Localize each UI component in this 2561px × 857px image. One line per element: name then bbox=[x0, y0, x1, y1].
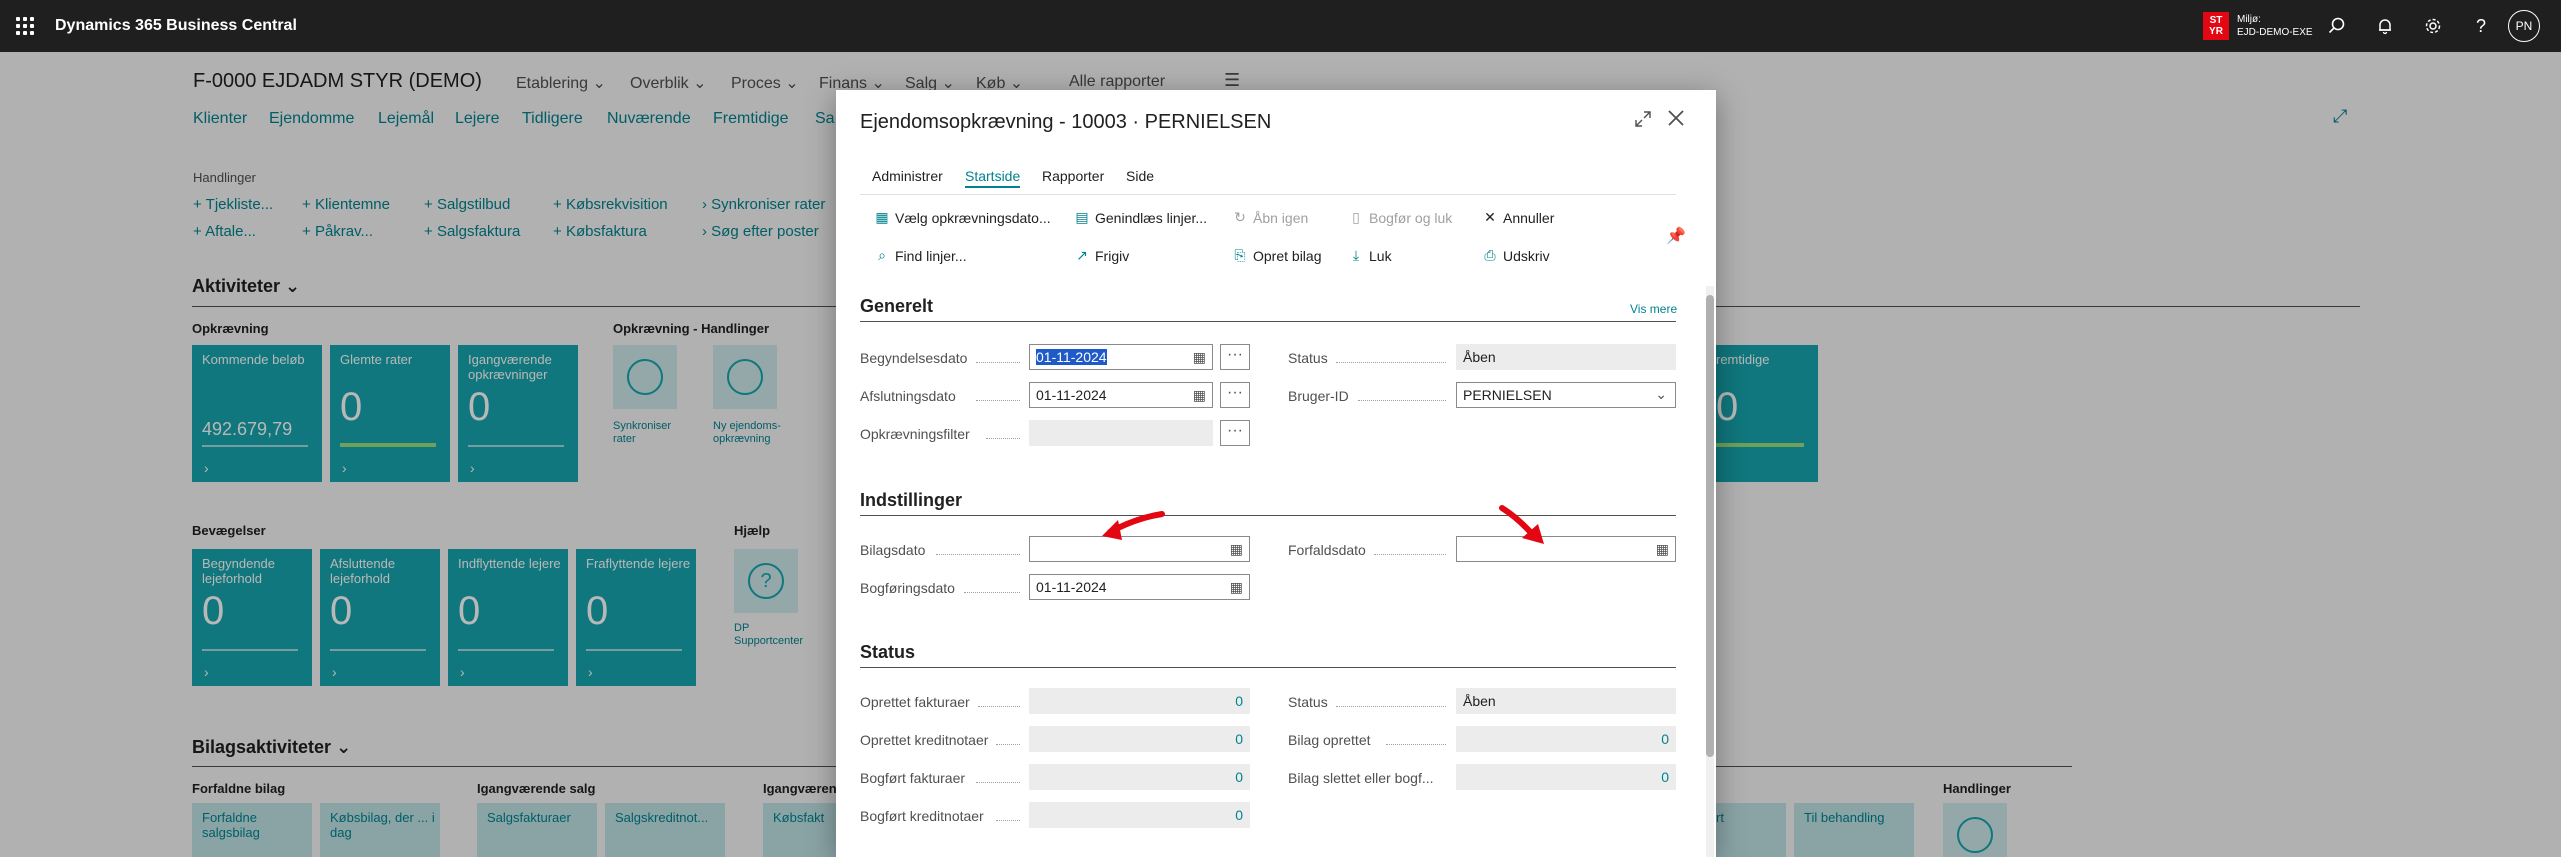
action-frigiv[interactable]: ↗ Frigiv bbox=[1074, 247, 1129, 264]
close-icon[interactable] bbox=[1666, 108, 1690, 132]
expand-icon[interactable] bbox=[1634, 110, 1656, 132]
cancel-x-icon: ✕ bbox=[1484, 209, 1496, 225]
app-launcher-icon[interactable] bbox=[14, 15, 36, 37]
calendar-icon[interactable]: ▦ bbox=[1230, 579, 1243, 596]
label-bilag-oprettet: Bilag oprettet bbox=[1288, 732, 1371, 748]
label-bogfoeringsdato: Bogføringsdato bbox=[860, 580, 955, 596]
status-value: Åben bbox=[1456, 688, 1676, 714]
top-bar: Dynamics 365 Business Central ST YR Miljø… bbox=[0, 0, 2561, 52]
create-document-icon: ⎘ bbox=[1234, 247, 1246, 263]
label-status: Status bbox=[1288, 350, 1328, 366]
binoculars-icon: ⌕ bbox=[878, 247, 886, 263]
chevron-down-icon: ⌄ bbox=[1655, 386, 1667, 402]
calendar-grid-icon: ▦ bbox=[875, 209, 889, 225]
section-generelt[interactable]: Generelt bbox=[860, 296, 1676, 322]
afslutningsdato-input[interactable]: 01-11-2024 ▦ bbox=[1029, 382, 1213, 408]
release-icon: ↗ bbox=[1076, 247, 1088, 263]
begyndelsesdato-input[interactable]: 01-11-2024 ▦ bbox=[1029, 344, 1213, 370]
dots bbox=[976, 362, 1020, 363]
dialog-ejendomsopkraevning: Ejendomsopkrævning - 10003 · PERNIELSEN … bbox=[836, 90, 1716, 857]
calendar-icon[interactable]: ▦ bbox=[1193, 387, 1206, 404]
bogfoert-kreditnotaer-value[interactable]: 0 bbox=[1029, 802, 1250, 828]
divider bbox=[860, 194, 1676, 195]
help-icon[interactable]: ? bbox=[2469, 14, 2493, 38]
dots bbox=[1336, 706, 1446, 707]
label-status-2: Status bbox=[1288, 694, 1328, 710]
opkraevningsfilter-input[interactable] bbox=[1029, 420, 1213, 446]
label-bilagsdato: Bilagsdato bbox=[860, 542, 926, 558]
dots bbox=[976, 400, 1020, 401]
status-field: Åben bbox=[1456, 344, 1676, 370]
label-bruger-id: Bruger-ID bbox=[1288, 388, 1349, 404]
action-bogfoer-og-luk[interactable]: ▯ Bogfør og luk bbox=[1348, 209, 1452, 226]
action-aabn-igen[interactable]: ↻ Åbn igen bbox=[1232, 209, 1308, 226]
dots bbox=[936, 554, 1020, 555]
dots bbox=[1374, 554, 1446, 555]
bilag-oprettet-value[interactable]: 0 bbox=[1456, 726, 1676, 752]
dots bbox=[1336, 362, 1446, 363]
dots bbox=[986, 438, 1020, 439]
bruger-id-select[interactable]: PERNIELSEN ⌄ bbox=[1456, 382, 1676, 408]
environment-info: Miljø: EJD-DEMO-EXE bbox=[2237, 14, 2313, 38]
oprettet-fakturaer-value[interactable]: 0 bbox=[1029, 688, 1250, 714]
annotation-arrow-left-icon bbox=[1102, 511, 1165, 540]
scrollbar-thumb[interactable] bbox=[1706, 295, 1714, 757]
search-icon[interactable] bbox=[2325, 14, 2349, 38]
download-icon: ⤓ bbox=[1352, 247, 1360, 263]
avatar[interactable]: PN bbox=[2508, 10, 2540, 42]
tab-rapporter[interactable]: Rapporter bbox=[1042, 168, 1104, 184]
label-begyndelsesdato: Begyndelsesdato bbox=[860, 350, 968, 366]
calendar-icon[interactable]: ▦ bbox=[1230, 541, 1243, 558]
action-find-linjer[interactable]: ⌕ Find linjer... bbox=[874, 247, 967, 264]
section-status[interactable]: Status bbox=[860, 642, 1676, 668]
dots bbox=[1386, 744, 1446, 745]
show-more-link[interactable]: Vis mere bbox=[1630, 302, 1677, 316]
action-udskriv[interactable]: ⎙ Udskriv bbox=[1482, 247, 1549, 264]
dots bbox=[996, 744, 1020, 745]
post-document-icon: ▯ bbox=[1352, 209, 1360, 225]
reopen-icon: ↻ bbox=[1234, 209, 1246, 225]
dots bbox=[1358, 400, 1446, 401]
more-options-button[interactable]: ··· bbox=[1220, 382, 1250, 408]
action-annuller[interactable]: ✕ Annuller bbox=[1482, 209, 1554, 226]
calendar-icon[interactable]: ▦ bbox=[1193, 349, 1206, 366]
label-opkraevningsfilter: Opkrævningsfilter bbox=[860, 426, 970, 442]
bogfoert-fakturaer-value[interactable]: 0 bbox=[1029, 764, 1250, 790]
dots bbox=[996, 820, 1020, 821]
action-opret-bilag[interactable]: ⎘ Opret bilag bbox=[1232, 247, 1321, 264]
label-bogfoert-kreditnotaer: Bogført kreditnotaer bbox=[860, 808, 984, 824]
tab-side[interactable]: Side bbox=[1126, 168, 1154, 184]
label-afslutningsdato: Afslutningsdato bbox=[860, 388, 956, 404]
refresh-lines-icon: ▤ bbox=[1075, 209, 1089, 225]
bogfoeringsdato-input[interactable]: 01-11-2024 ▦ bbox=[1029, 574, 1250, 600]
section-indstillinger[interactable]: Indstillinger bbox=[860, 490, 1676, 516]
label-bilag-slettet: Bilag slettet eller bogf... bbox=[1288, 770, 1434, 786]
dots bbox=[964, 592, 1020, 593]
bell-icon[interactable] bbox=[2373, 14, 2397, 38]
dialog-title: Ejendomsopkrævning - 10003 · PERNIELSEN bbox=[860, 111, 1272, 133]
label-bogfoert-fakturaer: Bogført fakturaer bbox=[860, 770, 966, 786]
action-luk[interactable]: ⤓ Luk bbox=[1348, 247, 1392, 264]
gear-icon[interactable] bbox=[2421, 14, 2445, 38]
label-oprettet-kreditnotaer: Oprettet kreditnotaer bbox=[860, 732, 989, 748]
oprettet-kreditnotaer-value[interactable]: 0 bbox=[1029, 726, 1250, 752]
printer-icon: ⎙ bbox=[1484, 247, 1496, 263]
bilag-slettet-value[interactable]: 0 bbox=[1456, 764, 1676, 790]
more-options-button[interactable]: ··· bbox=[1220, 344, 1250, 370]
app-title: Dynamics 365 Business Central bbox=[55, 17, 297, 34]
label-oprettet-fakturaer: Oprettet fakturaer bbox=[860, 694, 970, 710]
annotation-arrow-right-icon bbox=[1499, 505, 1544, 544]
action-genindlaes-linjer[interactable]: ▤ Genindlæs linjer... bbox=[1074, 209, 1207, 226]
forfaldsdato-input[interactable]: ▦ bbox=[1456, 536, 1676, 562]
tab-administrer[interactable]: Administrer bbox=[872, 168, 943, 184]
dots bbox=[976, 782, 1020, 783]
environment-badge: ST YR bbox=[2203, 12, 2229, 40]
action-vaelg-opkraevningsdato[interactable]: ▦ Vælg opkrævningsdato... bbox=[874, 209, 1050, 226]
label-forfaldsdato: Forfaldsdato bbox=[1288, 542, 1366, 558]
pin-icon[interactable]: 📌 bbox=[1666, 226, 1686, 246]
more-options-button[interactable]: ··· bbox=[1220, 420, 1250, 446]
calendar-icon[interactable]: ▦ bbox=[1656, 541, 1669, 558]
tab-startside[interactable]: Startside bbox=[965, 168, 1021, 188]
dots bbox=[978, 706, 1020, 707]
